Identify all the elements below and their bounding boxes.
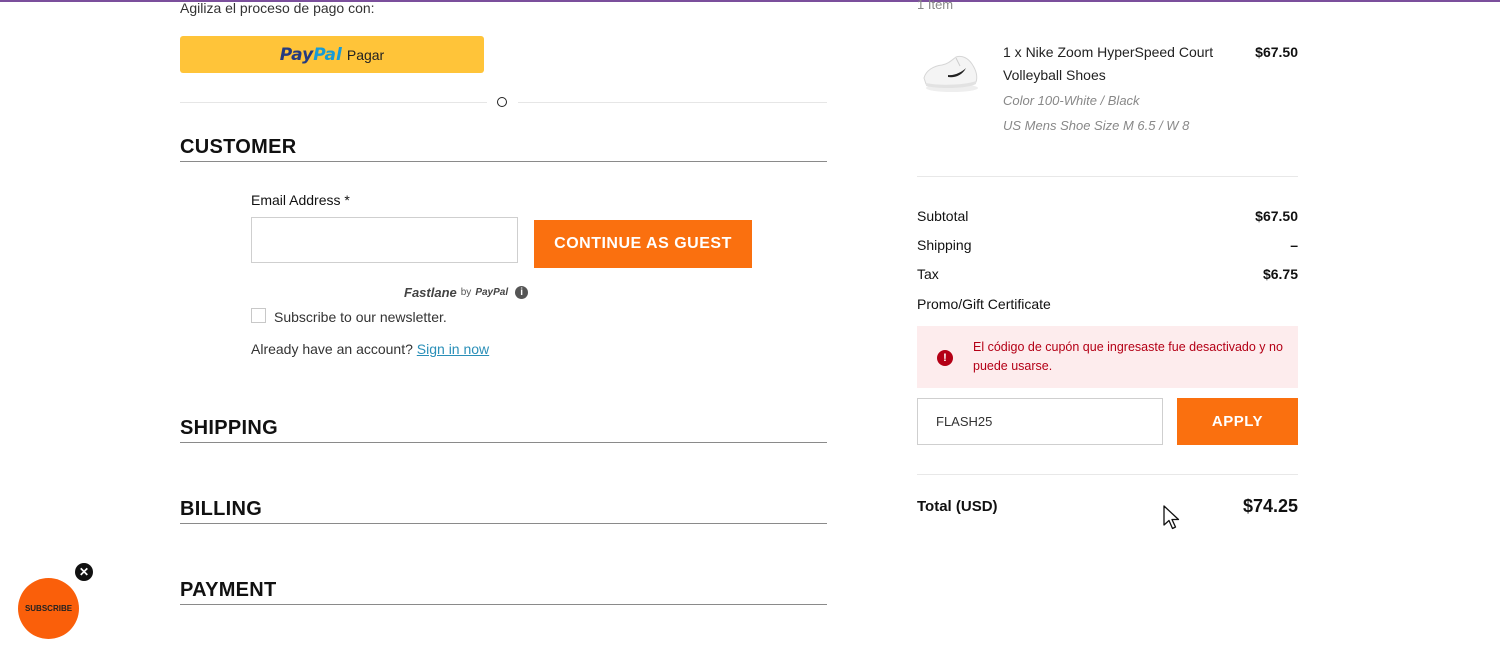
paypal-button-label: Pagar <box>346 46 385 63</box>
paypal-pay-button[interactable]: PayPal Pagar <box>180 36 484 73</box>
promo-error-message: El código de cupón que ingresaste fue de… <box>973 340 1283 373</box>
items-count: 1 Item <box>917 0 954 12</box>
divider-left <box>180 102 487 103</box>
error-alert-icon: ! <box>937 350 953 366</box>
total-label: Total (USD) <box>917 498 998 515</box>
divider-right <box>518 102 827 103</box>
shipping-label: Shipping <box>917 237 972 253</box>
fastlane-badge: Fastlane by PayPal i <box>404 285 529 300</box>
product-thumbnail-shoe-icon <box>918 42 982 106</box>
info-icon[interactable]: i <box>515 286 529 299</box>
total-divider <box>917 474 1298 475</box>
newsletter-checkbox[interactable] <box>251 308 266 323</box>
product-size-option: US Mens Shoe Size M 6.5 / W 8 <box>1003 118 1190 133</box>
product-name[interactable]: 1 x Nike Zoom HyperSpeed Court Volleybal… <box>1003 41 1233 87</box>
mouse-cursor-icon <box>1163 505 1181 536</box>
tax-label: Tax <box>917 266 939 282</box>
fastlane-brand: Fastlane <box>404 285 457 300</box>
summary-divider <box>917 176 1298 177</box>
newsletter-label[interactable]: Subscribe to our newsletter. <box>274 309 447 325</box>
payment-section-title[interactable]: PAYMENT <box>180 579 827 605</box>
product-color-option: Color 100-White / Black <box>1003 93 1140 108</box>
apply-promo-button[interactable]: APPLY <box>1177 398 1298 445</box>
customer-section-title[interactable]: CUSTOMER <box>180 136 827 162</box>
close-icon[interactable]: ✕ <box>75 563 93 581</box>
paypal-logo-pay: Pay <box>279 44 314 65</box>
email-field[interactable] <box>251 217 518 263</box>
subtotal-value: $67.50 <box>1255 208 1298 224</box>
account-prompt-text: Already have an account? <box>251 341 413 357</box>
shipping-value: – <box>1290 237 1298 253</box>
continue-as-guest-button[interactable]: CONTINUE AS GUEST <box>534 220 752 268</box>
email-label: Email Address * <box>251 192 350 208</box>
billing-section-title[interactable]: BILLING <box>180 498 827 524</box>
paypal-logo-pal: Pal <box>313 44 342 65</box>
fastlane-paypal: PayPal <box>475 287 509 298</box>
promo-label: Promo/Gift Certificate <box>917 296 1051 312</box>
account-prompt: Already have an account? Sign in now <box>251 341 489 357</box>
product-price: $67.50 <box>1255 44 1298 60</box>
subtotal-label: Subtotal <box>917 208 969 224</box>
sign-in-link[interactable]: Sign in now <box>417 341 489 357</box>
tax-value: $6.75 <box>1262 266 1298 282</box>
paypal-logo: PayPal <box>280 45 342 65</box>
fastlane-by: by <box>460 287 472 298</box>
shipping-section-title[interactable]: SHIPPING <box>180 417 827 443</box>
express-checkout-label: Agiliza el proceso de pago con: <box>180 0 375 16</box>
subscribe-bubble-button[interactable]: SUBSCRIBE <box>18 578 79 639</box>
divider-circle-icon <box>497 97 507 107</box>
promo-code-input[interactable] <box>917 398 1163 445</box>
